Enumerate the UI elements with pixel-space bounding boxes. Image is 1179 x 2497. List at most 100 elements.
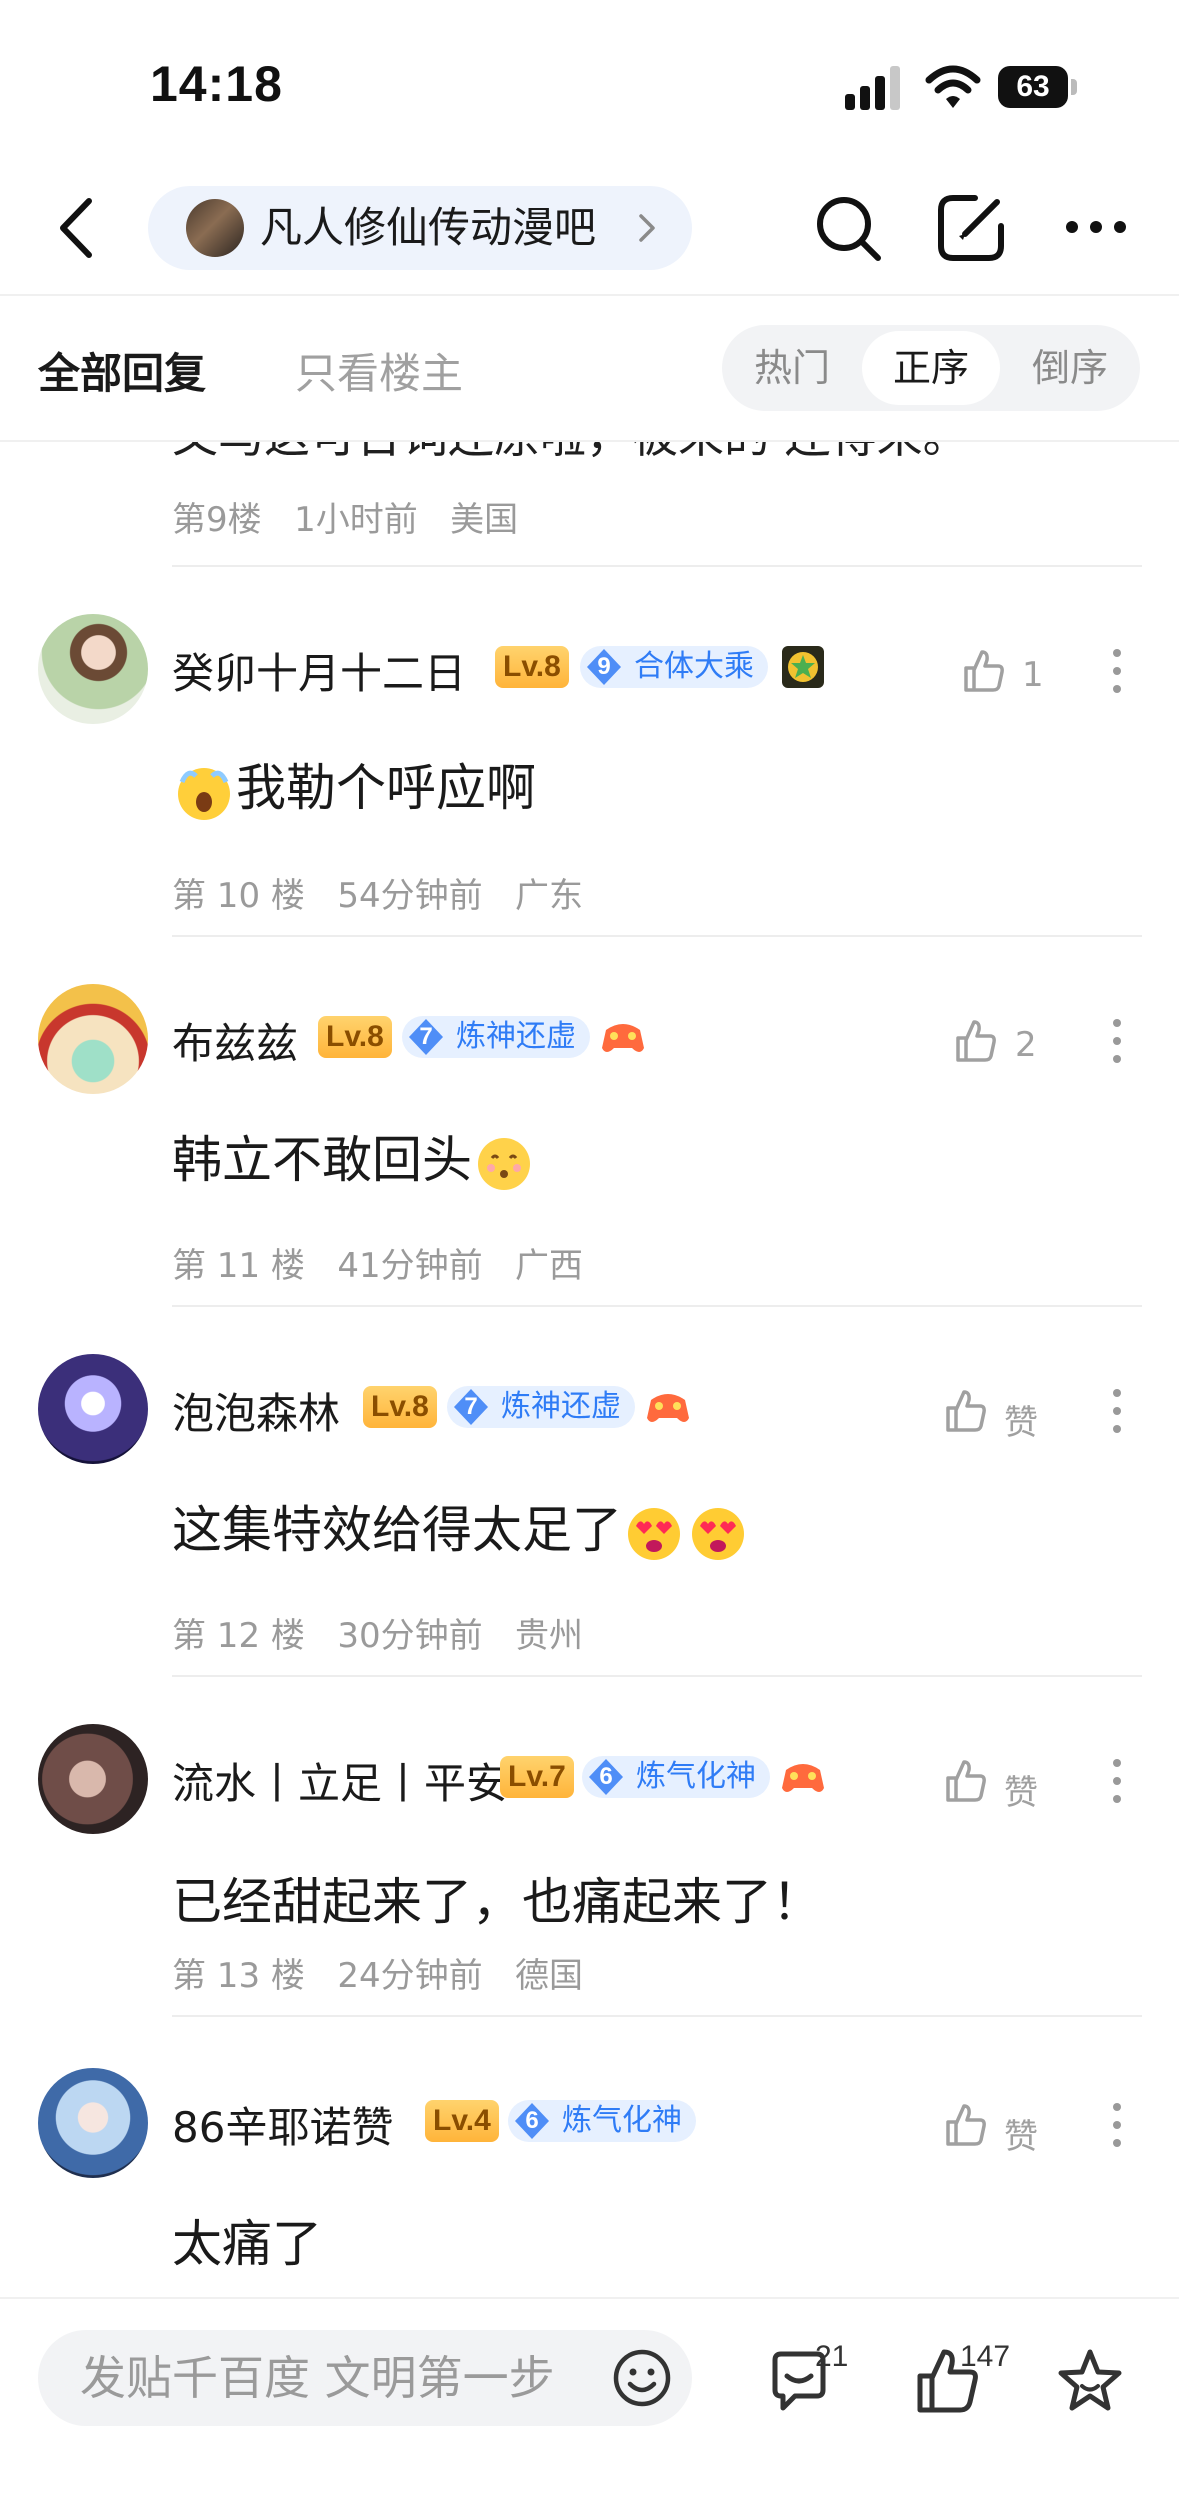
rank-gem-icon: 7 — [406, 1017, 446, 1057]
reply-content: 太痛了 — [172, 2204, 322, 2276]
heart-eyes-emoji-icon — [628, 1507, 680, 1560]
more-vertical-icon[interactable] — [1112, 1388, 1122, 1434]
previous-reply-content: 又马这可台词还原啦，被来的 还得来。 — [172, 442, 969, 466]
post-location: 广东 — [515, 876, 584, 916]
thumbs-up-icon[interactable] — [942, 1758, 988, 1804]
tab-all-replies[interactable]: 全部回复 — [38, 340, 206, 401]
username[interactable]: 86辛耶诺赞 — [172, 2094, 393, 2155]
reply-separator — [172, 935, 1142, 937]
floor-number: 第 13 楼 — [172, 1956, 305, 1996]
rank-gem-icon: 6 — [512, 2101, 552, 2141]
avatar[interactable] — [38, 2068, 148, 2178]
title-text: 炼神还虚 — [456, 1019, 576, 1054]
post-location: 美国 — [450, 500, 519, 540]
floor-number: 第 12 楼 — [172, 1616, 305, 1656]
forum-name: 凡人修仙传动漫吧 — [260, 203, 597, 252]
cellular-signal-icon — [845, 66, 900, 110]
post-time: 30分钟前 — [337, 1616, 483, 1656]
reply-content: 这集特效给得太足了 — [172, 1490, 750, 1564]
more-vertical-icon[interactable] — [1112, 1018, 1122, 1064]
rank-number: 9 — [597, 653, 611, 680]
battery-cap — [1071, 79, 1077, 95]
heart-eyes-emoji-icon — [692, 1507, 744, 1560]
reply-content: 已经甜起来了，也痛起来了！ — [172, 1862, 822, 1934]
back-icon[interactable] — [55, 195, 95, 261]
shy-face-emoji-icon — [478, 1137, 530, 1190]
reply-separator — [172, 565, 1142, 567]
title-badge: 6 炼气化神 — [508, 2100, 696, 2142]
level-badge: Lv.7 — [500, 1756, 574, 1798]
rank-gem-icon: 6 — [586, 1757, 626, 1797]
level-badge: Lv.8 — [495, 646, 569, 688]
username[interactable]: 泡泡森林 — [172, 1380, 340, 1441]
surprised-emoji-icon — [178, 767, 230, 820]
like-label[interactable]: 赞 — [1004, 1765, 1038, 1814]
avatar[interactable] — [38, 984, 148, 1094]
reply-meta: 第 13 楼 24分钟前 德国 — [172, 1948, 583, 1997]
gamepad-decoration-icon — [647, 1394, 689, 1422]
thumbs-up-icon[interactable] — [942, 2102, 988, 2148]
header-divider — [0, 294, 1179, 296]
sort-hot-button[interactable]: 热门 — [722, 325, 862, 411]
like-label[interactable]: 赞 — [1004, 1395, 1038, 1444]
floor-number: 第 10 楼 — [172, 876, 305, 916]
previous-reply-meta: 第9楼 1小时前 美国 — [172, 492, 518, 541]
sort-ascending-button[interactable]: 正序 — [862, 331, 1000, 405]
username[interactable]: 癸卯十月十二日 — [172, 640, 466, 701]
reply-text: 我勒个呼应啊 — [236, 759, 536, 817]
comment-count: 21 — [815, 2340, 849, 2373]
reply-text: 这集特效给得太足了 — [172, 1501, 622, 1559]
reply-content: 韩立不敢回头 — [172, 1120, 536, 1194]
title-text: 炼气化神 — [636, 1759, 756, 1794]
reply-separator — [172, 2015, 1142, 2017]
title-text: 合体大乘 — [634, 649, 754, 684]
status-time: 14:18 — [150, 56, 283, 112]
reply-meta: 第 12 楼 30分钟前 贵州 — [172, 1608, 583, 1657]
sort-segmented-control: 热门 正序 倒序 — [722, 325, 1140, 411]
thumbs-up-icon[interactable] — [942, 1388, 988, 1434]
emoji-picker-icon[interactable] — [612, 2348, 672, 2408]
more-vertical-icon[interactable] — [1112, 1758, 1122, 1804]
like-count: 1 — [1022, 655, 1044, 695]
post-location: 广西 — [515, 1246, 584, 1286]
reply-text: 太痛了 — [172, 2215, 322, 2273]
star-favorite-icon[interactable] — [1055, 2346, 1125, 2416]
wifi-icon — [925, 65, 981, 108]
rank-number: 7 — [419, 1023, 433, 1050]
edit-post-icon[interactable] — [935, 192, 1007, 264]
sort-descending-button[interactable]: 倒序 — [1000, 325, 1140, 411]
rank-number: 6 — [525, 2107, 539, 2134]
level-badge: Lv.8 — [318, 1016, 392, 1058]
bottom-bar-divider — [0, 2297, 1179, 2299]
like-label[interactable]: 赞 — [1004, 2109, 1038, 2158]
more-horizontal-icon[interactable] — [1065, 220, 1127, 234]
floor-number: 第 11 楼 — [172, 1246, 305, 1286]
post-location: 贵州 — [515, 1616, 584, 1656]
username[interactable]: 流水丨立足丨平安 — [172, 1750, 508, 1811]
gamepad-decoration-icon — [602, 1024, 644, 1052]
thumbs-up-icon[interactable] — [960, 648, 1006, 694]
tab-host-only[interactable]: 只看楼主 — [295, 340, 463, 401]
level-badge: Lv.4 — [425, 2100, 499, 2142]
avatar[interactable] — [38, 614, 148, 724]
post-location: 德国 — [515, 1956, 584, 1996]
thumbs-up-icon[interactable] — [952, 1018, 998, 1064]
rank-gem-icon: 9 — [584, 647, 624, 687]
more-vertical-icon[interactable] — [1112, 648, 1122, 694]
title-badge: 9 合体大乘 — [580, 646, 768, 688]
battery-indicator: 63 — [998, 66, 1078, 108]
chevron-right-icon — [639, 214, 655, 242]
reply-input[interactable]: 发贴千百度 文明第一步 — [38, 2330, 692, 2426]
like-count: 147 — [960, 2340, 1011, 2373]
reply-text: 韩立不敢回头 — [172, 1131, 472, 1189]
more-vertical-icon[interactable] — [1112, 2102, 1122, 2148]
avatar[interactable] — [38, 1354, 148, 1464]
avatar[interactable] — [38, 1724, 148, 1834]
reply-separator — [172, 1305, 1142, 1307]
floor-number: 第9楼 — [172, 500, 262, 540]
forum-link[interactable]: 凡人修仙传动漫吧 — [148, 186, 692, 270]
title-badge: 7 炼神还虚 — [447, 1386, 635, 1428]
username[interactable]: 布兹兹 — [172, 1010, 298, 1071]
medal-icon — [782, 646, 824, 688]
search-icon[interactable] — [812, 192, 884, 264]
